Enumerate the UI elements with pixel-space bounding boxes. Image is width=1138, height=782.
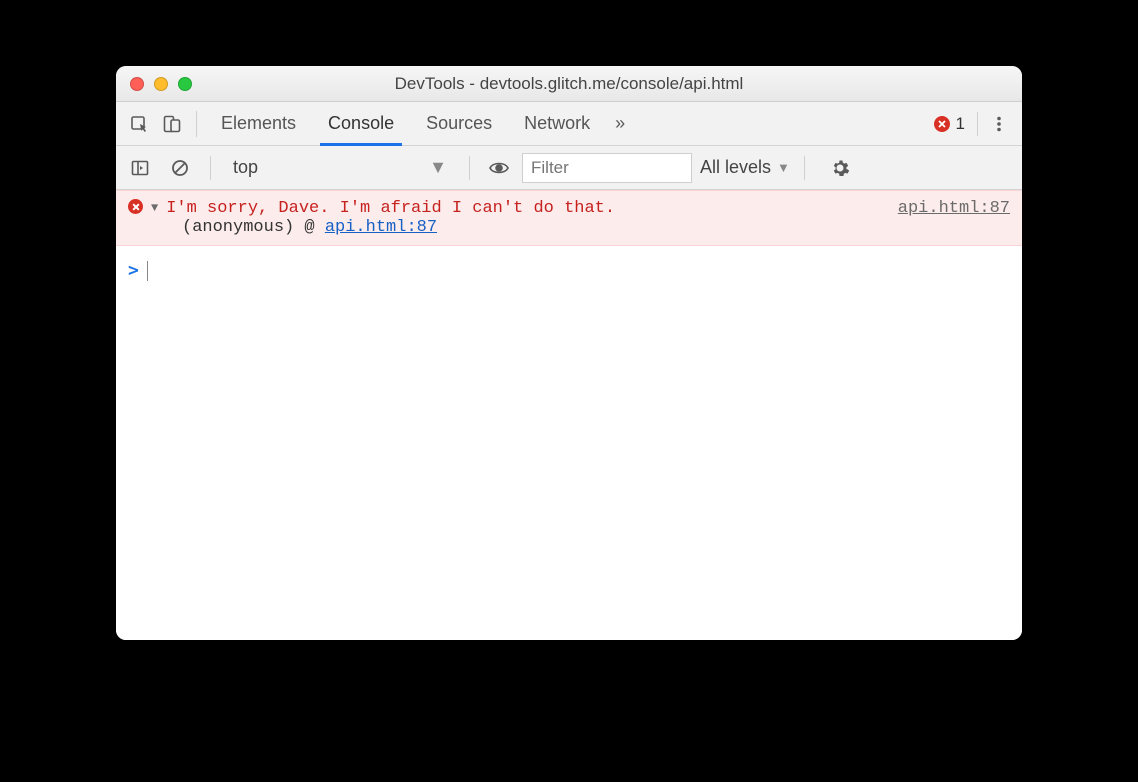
devtools-window: DevTools - devtools.glitch.me/console/ap… (116, 66, 1022, 640)
console-toolbar: top ▼ All levels ▼ (116, 146, 1022, 190)
filter-text-field[interactable] (531, 158, 683, 178)
tab-label: Sources (426, 113, 492, 134)
inspect-element-icon[interactable] (124, 108, 156, 140)
stack-trace: (anonymous) @ api.html:87 (128, 218, 1010, 237)
window-title-prefix: DevTools - (395, 74, 480, 93)
tab-sources[interactable]: Sources (410, 102, 508, 145)
disclosure-triangle-icon[interactable]: ▼ (151, 201, 158, 215)
toggle-device-icon[interactable] (156, 108, 188, 140)
error-icon (128, 199, 143, 214)
chevron-down-icon: ▼ (429, 157, 447, 178)
tab-network[interactable]: Network (508, 102, 606, 145)
main-toolbar: Elements Console Sources Network » 1 (116, 102, 1022, 146)
tab-elements[interactable]: Elements (205, 102, 312, 145)
error-message: I'm sorry, Dave. I'm afraid I can't do t… (166, 199, 615, 218)
window-minimize-button[interactable] (154, 77, 168, 91)
create-live-expression-icon[interactable] (484, 157, 514, 179)
execution-context-selector[interactable]: top ▼ (225, 153, 455, 183)
more-tabs-button[interactable]: » (606, 113, 634, 134)
separator (804, 156, 805, 180)
titlebar: DevTools - devtools.glitch.me/console/ap… (116, 66, 1022, 102)
show-console-sidebar-icon[interactable] (124, 152, 156, 184)
stack-frame-link[interactable]: api.html:87 (325, 218, 437, 237)
window-title-url: devtools.glitch.me/console/api.html (480, 74, 744, 93)
window-close-button[interactable] (130, 77, 144, 91)
console-error-row[interactable]: ▼ I'm sorry, Dave. I'm afraid I can't do… (116, 190, 1022, 246)
tab-label: Elements (221, 113, 296, 134)
window-zoom-button[interactable] (178, 77, 192, 91)
levels-label: All levels (700, 157, 771, 178)
separator (210, 156, 211, 180)
text-cursor (147, 261, 148, 281)
chevron-down-icon: ▼ (777, 160, 790, 175)
separator (196, 111, 197, 137)
console-prompt[interactable]: > (116, 246, 1022, 295)
tab-label: Console (328, 113, 394, 134)
console-messages: ▼ I'm sorry, Dave. I'm afraid I can't do… (116, 190, 1022, 640)
context-label: top (233, 157, 258, 178)
console-settings-icon[interactable] (825, 158, 855, 178)
prompt-chevron-icon: > (128, 260, 139, 281)
error-count-badge[interactable]: 1 (934, 114, 965, 134)
tab-label: Network (524, 113, 590, 134)
log-levels-selector[interactable]: All levels ▼ (700, 157, 790, 178)
tab-console[interactable]: Console (312, 102, 410, 145)
stack-frame-at: @ (304, 218, 314, 237)
error-count: 1 (956, 114, 965, 134)
separator (469, 156, 470, 180)
window-controls (130, 77, 192, 91)
window-title: DevTools - devtools.glitch.me/console/ap… (116, 74, 1022, 94)
clear-console-icon[interactable] (164, 152, 196, 184)
stack-frame-function: (anonymous) (182, 218, 294, 237)
kebab-menu-button[interactable] (984, 115, 1014, 133)
source-location-link[interactable]: api.html:87 (898, 199, 1010, 218)
error-icon (934, 116, 950, 132)
filter-input[interactable] (522, 153, 692, 183)
separator (977, 112, 978, 136)
panel-tabs: Elements Console Sources Network (205, 102, 606, 145)
chevron-right-icon: » (615, 113, 625, 134)
